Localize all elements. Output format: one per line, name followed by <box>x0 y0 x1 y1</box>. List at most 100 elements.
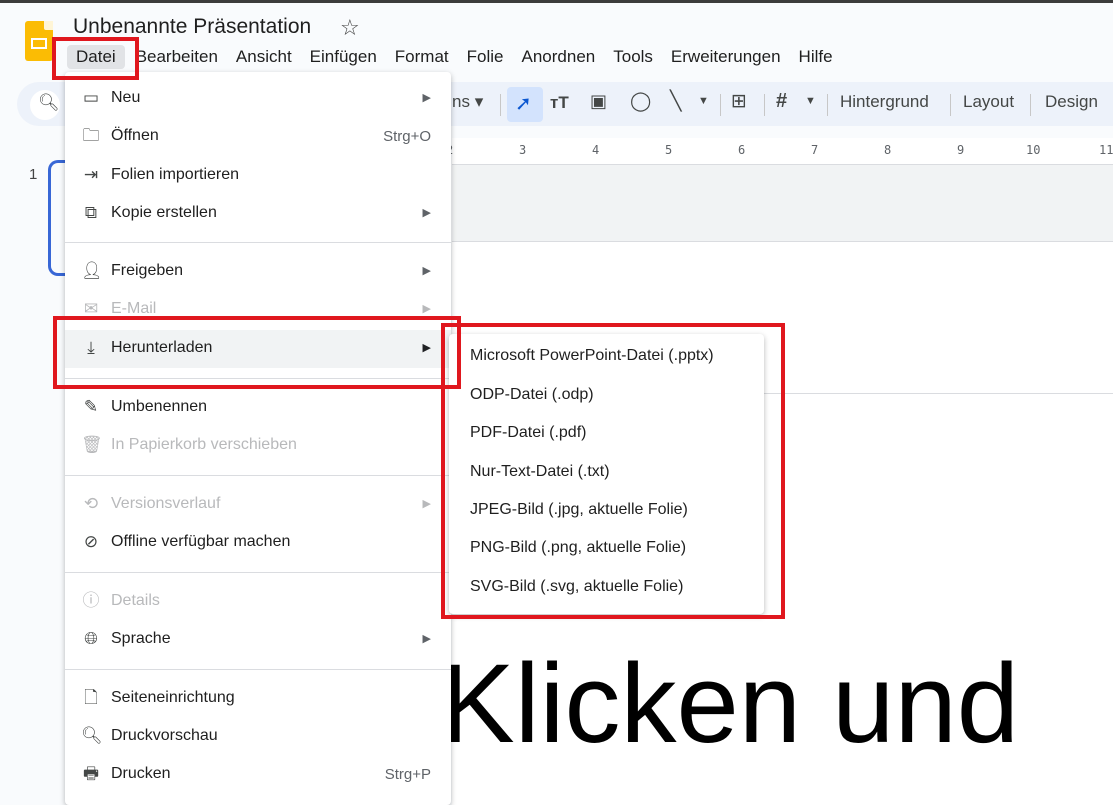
line-dropdown-icon[interactable]: ▼ <box>698 95 709 107</box>
submenu-arrow-icon: ▶ <box>422 498 431 510</box>
menu-item-label: Druckvorschau <box>111 727 218 744</box>
toolbar-divider <box>1030 94 1031 116</box>
slide-title-placeholder[interactable]: Klicken und <box>440 640 1019 769</box>
menu-item-details[interactable]: ⓘ Details <box>65 583 451 621</box>
shape-icon[interactable]: ◯ <box>630 90 651 113</box>
menu-item-label: Neu <box>111 89 141 106</box>
menu-item-seiteneinrichtung[interactable]: 🗋 Seiteneinrichtung <box>65 680 451 718</box>
toolbar-divider <box>827 94 828 116</box>
highlight-box-datei <box>52 37 139 80</box>
page-icon: 🗋 <box>84 688 98 707</box>
ruler-label: 10 <box>1026 143 1041 157</box>
menu-separator <box>65 242 451 243</box>
menu-item-drucken[interactable]: 🖶 Drucken Strg+P <box>65 756 451 794</box>
ruler <box>452 138 1113 165</box>
globe-icon: 🌐︎ <box>84 629 98 648</box>
menu-item-label: Kopie erstellen <box>111 204 217 221</box>
submenu-arrow-icon: ▶ <box>422 633 431 645</box>
grid-dropdown-icon[interactable]: ▼ <box>805 95 816 107</box>
submenu-arrow-icon: ▶ <box>422 207 431 219</box>
ruler-label: 11 <box>1099 143 1113 157</box>
menu-item-oeffnen[interactable]: 🗀 Öffnen Strg+O <box>65 118 451 156</box>
toolbar-divider <box>500 94 501 116</box>
menu-item-offline[interactable]: ⊘ Offline verfügbar machen <box>65 524 451 562</box>
menu-anordnen[interactable]: Anordnen <box>513 45 605 69</box>
ruler-label: 5 <box>665 143 673 157</box>
menu-item-shortcut: Strg+P <box>384 766 431 783</box>
layout-button[interactable]: Layout <box>963 92 1014 112</box>
offline-icon: ⊘ <box>83 532 99 551</box>
image-icon[interactable]: ▣ <box>590 91 607 112</box>
toolbar-partial-label[interactable]: ns ▾ <box>452 92 483 112</box>
menu-item-papierkorb[interactable]: 🗑︎ In Papierkorb verschieben <box>65 427 451 465</box>
submenu-arrow-icon: ▶ <box>422 265 431 277</box>
menu-erweiterungen[interactable]: Erweiterungen <box>662 45 790 69</box>
menubar: Datei Bearbeiten Ansicht Einfügen Format… <box>67 45 842 69</box>
ruler-label: 8 <box>884 143 892 157</box>
menu-item-kopie-erstellen[interactable]: ⧉ Kopie erstellen ▶ <box>65 195 451 233</box>
slides-logo-icon[interactable] <box>25 21 53 61</box>
menu-item-umbenennen[interactable]: ✎ Umbenennen <box>65 389 451 427</box>
ruler-label: 9 <box>957 143 965 157</box>
menu-tools[interactable]: Tools <box>604 45 662 69</box>
menu-item-label: Seiteneinrichtung <box>111 689 235 706</box>
toolbar-divider <box>720 94 721 116</box>
ruler-label: 4 <box>592 143 600 157</box>
cursor-icon[interactable]: ➚ <box>515 91 532 116</box>
canvas-margin <box>452 165 1113 242</box>
text-box-icon[interactable]: ᴛT <box>550 93 569 113</box>
design-button[interactable]: Design <box>1045 92 1098 112</box>
menu-item-label: In Papierkorb verschieben <box>111 436 297 453</box>
menu-item-versionsverlauf[interactable]: ⟲ Versionsverlauf ▶ <box>65 486 451 524</box>
menu-ansicht[interactable]: Ansicht <box>227 45 301 69</box>
print-preview-icon: 🔍︎ <box>81 726 103 745</box>
menu-folie[interactable]: Folie <box>458 45 513 69</box>
menu-item-druckvorschau[interactable]: 🔍︎ Druckvorschau <box>65 718 451 756</box>
ruler-label: 7 <box>811 143 819 157</box>
menu-separator <box>65 669 451 670</box>
highlight-box-herunterladen <box>53 316 461 389</box>
person-add-icon: 👤︎ <box>81 261 103 280</box>
toolbar-divider <box>950 94 951 116</box>
grid-icon[interactable]: # <box>776 90 787 113</box>
menu-item-neu[interactable]: ▭ Neu ▶ <box>65 80 451 118</box>
menu-item-folien-importieren[interactable]: ⇥ Folien importieren <box>65 157 451 195</box>
submenu-arrow-icon: ▶ <box>422 303 431 315</box>
menu-format[interactable]: Format <box>386 45 458 69</box>
copy-icon: ⧉ <box>84 203 98 222</box>
info-icon: ⓘ <box>82 591 100 610</box>
import-icon: ⇥ <box>83 165 99 184</box>
search-icon[interactable]: 🔍︎ <box>38 93 60 113</box>
document-title[interactable]: Unbenannte Präsentation <box>73 15 311 39</box>
menu-item-freigeben[interactable]: 👤︎ Freigeben ▶ <box>65 253 451 291</box>
trash-icon: 🗑︎ <box>81 435 103 454</box>
slide-number: 1 <box>29 166 38 183</box>
comment-add-icon[interactable]: ⊞ <box>731 90 747 113</box>
menu-einfuegen[interactable]: Einfügen <box>301 45 386 69</box>
menu-item-label: Öffnen <box>111 127 159 144</box>
background-button[interactable]: Hintergrund <box>840 92 929 112</box>
menu-bearbeiten[interactable]: Bearbeiten <box>127 45 227 69</box>
menu-item-label: Drucken <box>111 765 171 782</box>
line-icon[interactable]: ╲ <box>670 90 681 113</box>
menu-hilfe[interactable]: Hilfe <box>790 45 842 69</box>
history-icon: ⟲ <box>83 494 99 513</box>
toolbar-partial-text: ns <box>452 92 470 111</box>
menu-item-label: Offline verfügbar machen <box>111 533 291 550</box>
menu-item-label: Details <box>111 592 160 609</box>
menu-item-sprache[interactable]: 🌐︎ Sprache ▶ <box>65 621 451 659</box>
star-icon[interactable]: ☆ <box>340 15 360 41</box>
menu-item-label: Freigeben <box>111 262 184 279</box>
rename-icon: ✎ <box>83 397 99 416</box>
menu-separator <box>65 475 451 476</box>
ruler-label: 3 <box>519 143 527 157</box>
submenu-arrow-icon: ▶ <box>422 92 431 104</box>
highlight-box-download-submenu <box>441 323 785 619</box>
window-top-border <box>0 0 1113 3</box>
menu-separator <box>65 572 451 573</box>
menu-item-label: Versionsverlauf <box>111 495 221 512</box>
menu-item-label: Umbenennen <box>111 398 208 415</box>
ruler-label: 6 <box>738 143 746 157</box>
print-icon: 🖶 <box>82 764 100 783</box>
menu-item-label: Sprache <box>111 630 171 647</box>
